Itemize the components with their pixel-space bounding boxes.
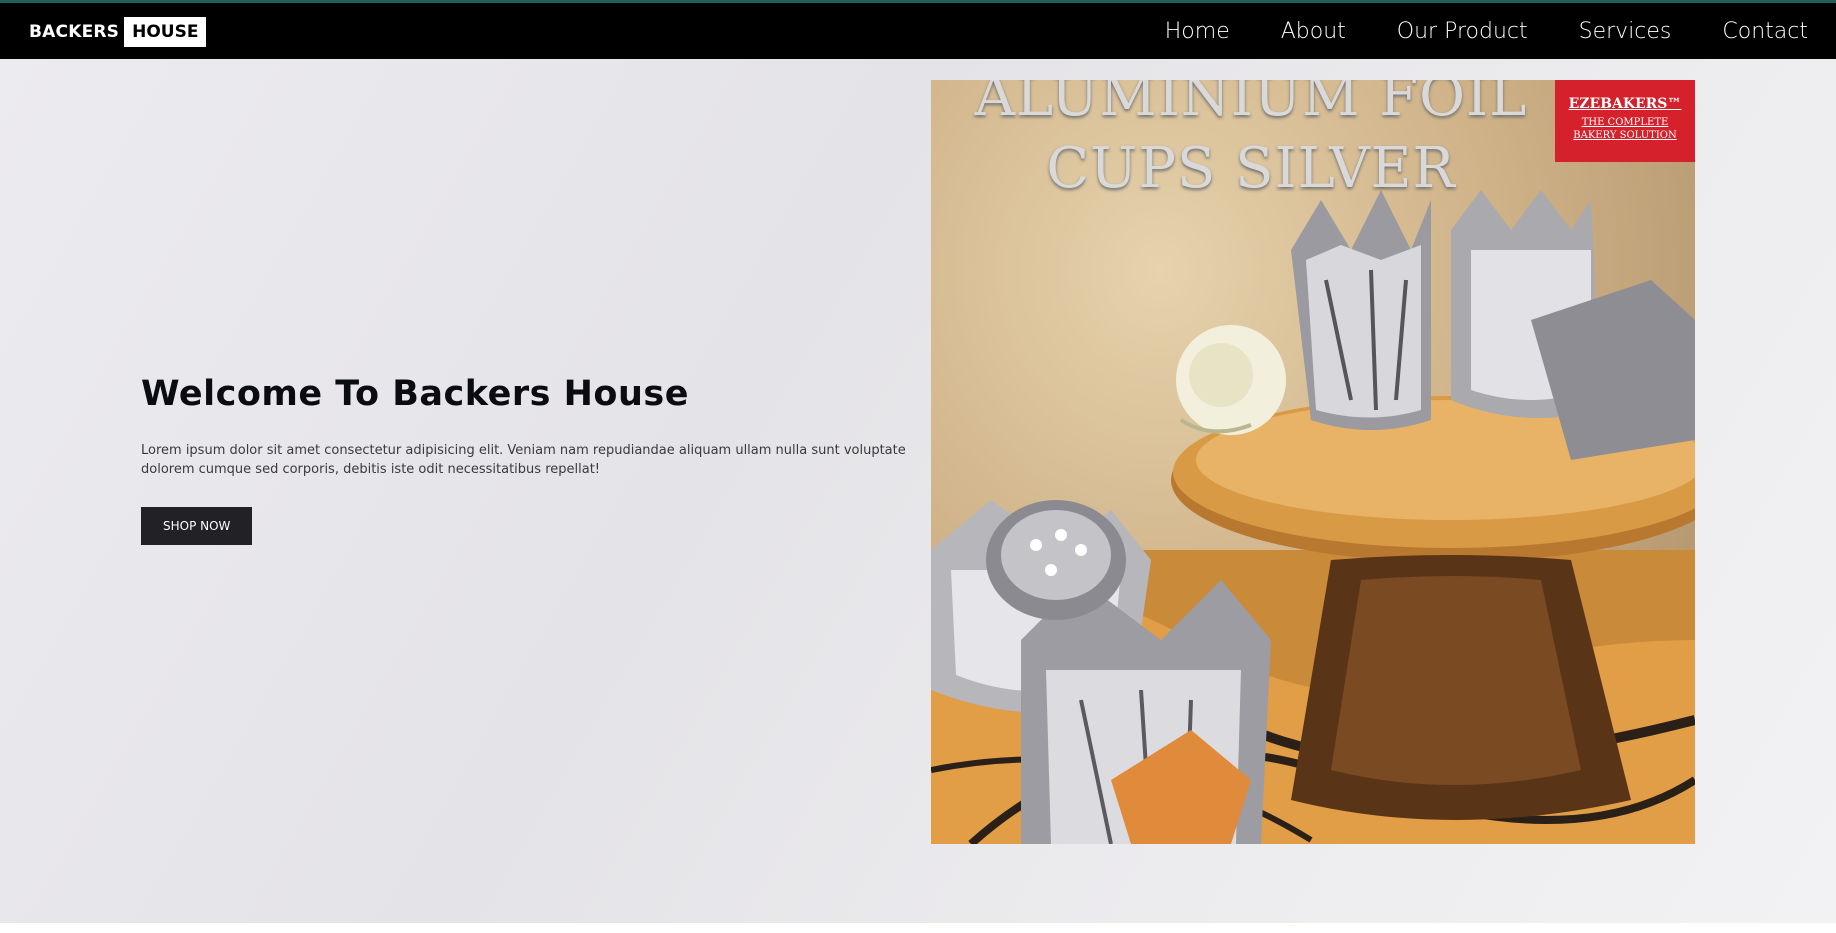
brand-text-primary: BACKERS: [29, 22, 120, 42]
badge-brand-name: EZEBAKERS™: [1568, 96, 1682, 112]
hero-text-block: Welcome To Backers House Lorem ipsum dol…: [141, 374, 911, 545]
main-nav: Home About Our Product Services Contact: [1114, 3, 1808, 59]
hero-description: Lorem ipsum dolor sit amet consectetur a…: [141, 443, 906, 477]
nav-link-home[interactable]: Home: [1165, 19, 1230, 44]
brand-text-highlight: HOUSE: [124, 17, 207, 47]
nav-link-our-product[interactable]: Our Product: [1397, 19, 1528, 44]
image-caption-line-2: CUPS SILVER: [1046, 136, 1456, 201]
nav-link-contact[interactable]: Contact: [1722, 19, 1808, 44]
brand-logo[interactable]: BACKERS HOUSE: [29, 17, 207, 47]
nav-link-about[interactable]: About: [1281, 19, 1346, 44]
nav-link-services[interactable]: Services: [1579, 19, 1672, 44]
product-image: ALUMINIUM FOIL CUPS SILVER EZEBAKERS™ TH…: [931, 80, 1695, 844]
shop-now-button[interactable]: SHOP NOW: [141, 507, 253, 545]
hero-title: Welcome To Backers House: [141, 374, 689, 414]
page-bottom-edge: [0, 923, 1836, 933]
brand-badge: EZEBAKERS™ THE COMPLETE BAKERY SOLUTION: [1555, 80, 1695, 162]
navbar: BACKERS HOUSE Home About Our Product Ser…: [0, 3, 1836, 59]
image-caption-line-1: ALUMINIUM FOIL: [974, 80, 1528, 129]
badge-tagline: THE COMPLETE BAKERY SOLUTION: [1573, 117, 1677, 141]
